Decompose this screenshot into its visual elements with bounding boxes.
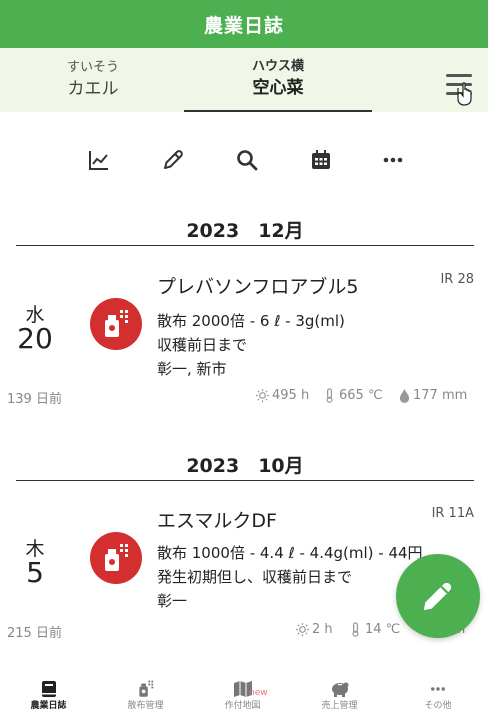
more-icon bbox=[431, 687, 445, 691]
search-button[interactable] bbox=[233, 146, 261, 174]
tab-field-2[interactable]: ハウス横 空心菜 bbox=[184, 48, 372, 112]
entry-ir-code: IR 11A bbox=[431, 506, 474, 521]
nav-map[interactable]: new 作付地図 bbox=[194, 668, 291, 717]
entry-workers: 彰一 bbox=[157, 592, 188, 610]
nav-other[interactable]: その他 bbox=[388, 668, 488, 717]
sun-icon bbox=[255, 388, 270, 403]
entry-title: プレバソンフロアブル5 bbox=[157, 276, 359, 298]
more-button[interactable] bbox=[379, 146, 407, 174]
more-icon bbox=[383, 157, 403, 163]
calendar-icon bbox=[312, 150, 330, 169]
entry-days-ago: 139 日前 bbox=[7, 392, 62, 407]
app-title: 農業日誌 bbox=[203, 14, 284, 37]
thermometer-icon bbox=[326, 388, 333, 403]
stat-temperature: 665 ℃ bbox=[322, 388, 383, 403]
tab-location: ハウス横 bbox=[251, 59, 304, 74]
sun-icon bbox=[295, 622, 310, 637]
toolbar bbox=[0, 140, 488, 180]
piggy-bank-icon bbox=[331, 682, 348, 697]
stat-hours: 495 h bbox=[255, 388, 309, 403]
entry-ir-code: IR 28 bbox=[440, 272, 474, 287]
stat-rainfall: 177 mm bbox=[398, 388, 467, 403]
pencil-icon bbox=[164, 150, 183, 169]
entry-title: エスマルクDF bbox=[157, 510, 277, 532]
chart-button[interactable] bbox=[85, 146, 113, 174]
stat-temperature: 14 ℃ bbox=[348, 622, 400, 637]
sprayer-icon bbox=[105, 310, 128, 337]
tab-crop: カエル bbox=[67, 79, 119, 99]
nav-sales[interactable]: 売上管理 bbox=[291, 668, 388, 717]
entry-harvest-limit: 収穫前日まで bbox=[157, 336, 248, 354]
new-badge: new bbox=[249, 688, 268, 698]
tab-field-1[interactable]: すいそう カエル bbox=[20, 48, 166, 112]
book-icon bbox=[41, 681, 56, 697]
diary-entry[interactable]: 水 20 プレバソンフロアブル5 IR 28 散布 2000倍 - 6 ℓ - … bbox=[0, 260, 488, 380]
tab-crop: 空心菜 bbox=[252, 78, 304, 98]
field-tabs: すいそう カエル ハウス横 空心菜 bbox=[0, 48, 488, 112]
pointer-hand-icon bbox=[457, 82, 472, 106]
search-icon bbox=[237, 150, 258, 171]
spray-badge bbox=[90, 532, 142, 584]
spray-badge bbox=[90, 298, 142, 350]
sprayer-icon bbox=[138, 680, 153, 697]
sprayer-icon bbox=[105, 544, 128, 571]
chart-icon bbox=[89, 151, 108, 170]
menu-icon bbox=[446, 74, 472, 106]
entry-day: 5 bbox=[26, 556, 44, 589]
new-entry-fab[interactable] bbox=[396, 554, 480, 638]
droplet-icon bbox=[399, 389, 410, 403]
month-header: 2023 12月 bbox=[16, 216, 474, 246]
entry-days-ago: 215 日前 bbox=[7, 626, 62, 641]
entry-day: 20 bbox=[17, 322, 53, 355]
tab-menu-button[interactable] bbox=[442, 70, 476, 106]
entry-dilution: 散布 2000倍 - 6 ℓ - 3g(ml) bbox=[157, 312, 345, 330]
bottom-navigation: 農業日誌 散布管理 new 作付地図 売上管理 その他 bbox=[0, 668, 488, 717]
calendar-button[interactable] bbox=[307, 146, 335, 174]
nav-spray[interactable]: 散布管理 bbox=[97, 668, 194, 717]
tab-location: すいそう bbox=[66, 60, 119, 75]
nav-diary[interactable]: 農業日誌 bbox=[0, 668, 97, 717]
entry-dilution: 散布 1000倍 - 4.4 ℓ - 4.4g(ml) - 44円 bbox=[157, 544, 423, 562]
app-title-bar: 農業日誌 bbox=[0, 0, 488, 48]
thermometer-icon bbox=[352, 622, 359, 637]
stat-hours: 2 h bbox=[295, 622, 333, 637]
entry-workers: 彰一, 新市 bbox=[157, 360, 227, 378]
entry-harvest-limit: 発生初期但し、収穫前日まで bbox=[157, 568, 353, 586]
edit-button[interactable] bbox=[159, 146, 187, 174]
month-header: 2023 10月 bbox=[16, 451, 474, 481]
pencil-icon bbox=[423, 582, 452, 611]
